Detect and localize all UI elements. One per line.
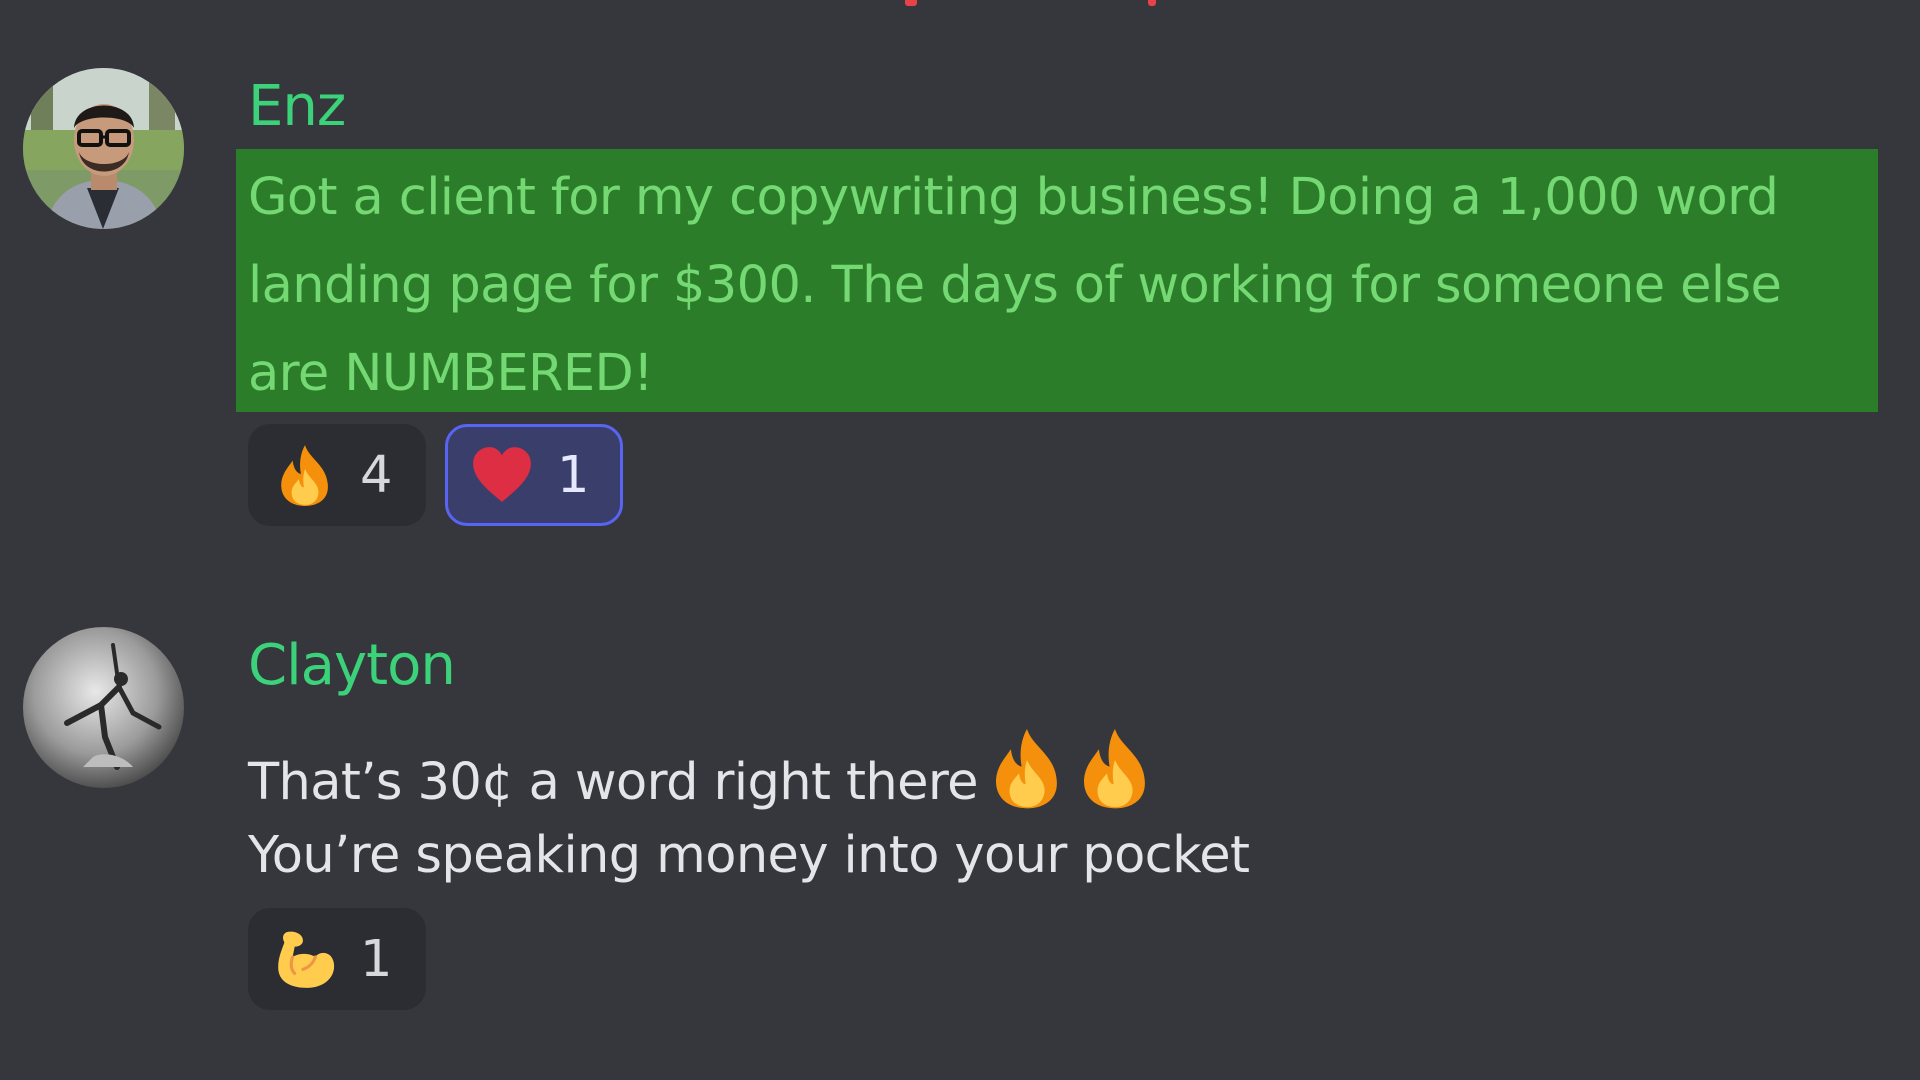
fire-icon bbox=[984, 725, 1070, 820]
message-line: You’re speaking money into your pocket bbox=[248, 830, 1250, 881]
message-text: You’re speaking money into your pocket bbox=[248, 826, 1250, 885]
cropped-text-fragment bbox=[1148, 0, 1156, 6]
chat-view: Enz Got a client for my copywriting busi… bbox=[0, 0, 1920, 1080]
reaction-count: 1 bbox=[360, 929, 393, 989]
fire-icon bbox=[1072, 725, 1158, 820]
username[interactable]: Clayton bbox=[248, 638, 456, 694]
avatar[interactable] bbox=[23, 627, 184, 788]
heart-icon bbox=[469, 442, 535, 508]
username[interactable]: Enz bbox=[248, 79, 346, 135]
message-line: That’s 30¢ a word right there bbox=[248, 725, 1158, 820]
cropped-text-fragment bbox=[905, 0, 917, 6]
flexed-biceps-icon bbox=[272, 926, 338, 992]
message-text: That’s 30¢ a word right there bbox=[248, 753, 978, 812]
avatar[interactable] bbox=[23, 68, 184, 229]
fire-icon bbox=[272, 442, 338, 508]
reaction-fire[interactable]: 4 bbox=[248, 424, 426, 526]
reaction-count: 1 bbox=[557, 445, 590, 505]
reaction-count: 4 bbox=[360, 445, 393, 505]
reaction-heart[interactable]: 1 bbox=[445, 424, 623, 526]
message-content-highlighted: Got a client for my copywriting business… bbox=[236, 149, 1878, 412]
reaction-flexed-biceps[interactable]: 1 bbox=[248, 908, 426, 1010]
